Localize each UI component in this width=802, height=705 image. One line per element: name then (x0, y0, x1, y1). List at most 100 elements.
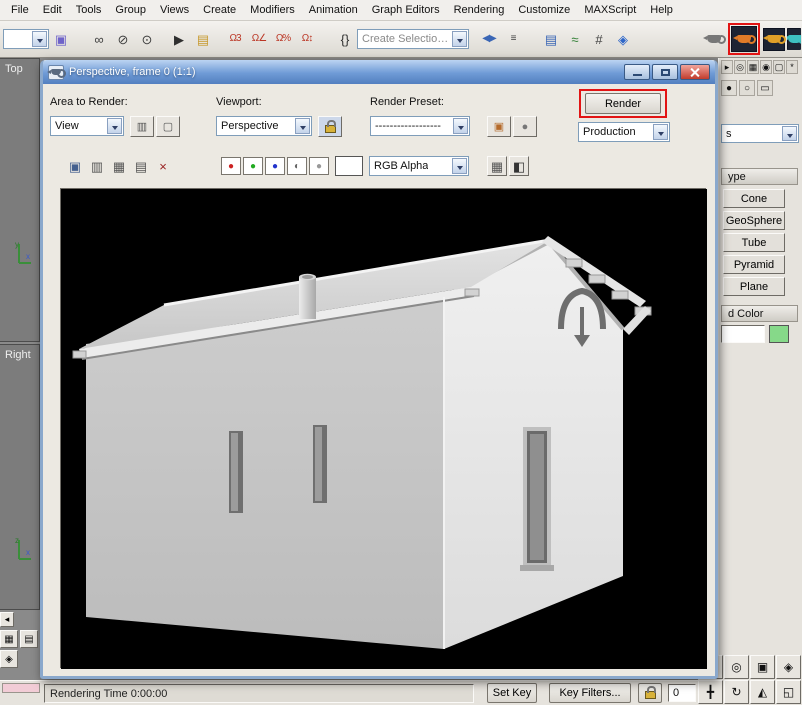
green-channel-icon[interactable]: ● (243, 157, 263, 175)
render-setup-button[interactable]: ▣ (487, 116, 511, 137)
curve-editor-icon[interactable]: ≈ (563, 27, 587, 51)
window-titlebar[interactable]: Perspective, frame 0 (1:1) (43, 60, 715, 84)
render-setup-icon[interactable] (702, 27, 726, 51)
tab-create-icon[interactable]: ▸ (721, 60, 733, 74)
set-key-button[interactable]: Set Key (487, 683, 537, 703)
area-to-render-combo[interactable]: View (50, 116, 124, 136)
rows-icon[interactable]: ▤ (20, 630, 38, 648)
selection-filter-combo[interactable] (3, 29, 49, 49)
align-icon[interactable]: ≡ (501, 27, 525, 51)
object-type-button[interactable]: GeoSphere (723, 211, 785, 230)
tab-modify-icon[interactable]: ◎ (734, 60, 746, 74)
menu-item[interactable]: Modifiers (243, 1, 302, 19)
red-channel-icon[interactable]: ● (221, 157, 241, 175)
maximize-viewport-icon[interactable]: ◱ (776, 680, 801, 704)
select-object-icon[interactable]: ▶ (167, 27, 191, 51)
alpha-channel-icon[interactable]: ● (309, 157, 329, 175)
tab-hierarchy-icon[interactable]: ▦ (747, 60, 759, 74)
zoom-region-icon[interactable]: ◈ (776, 655, 801, 679)
clone-window-icon[interactable]: ▦ (109, 156, 129, 176)
object-type-rollout-header[interactable]: ype (721, 168, 798, 185)
diamond-icon[interactable]: ◈ (0, 650, 18, 668)
channel-display-combo[interactable]: RGB Alpha (369, 156, 469, 176)
menu-item[interactable]: Tools (69, 1, 109, 19)
render-flyout-icon[interactable] (786, 27, 802, 51)
split-compare-icon[interactable]: ◧ (509, 156, 529, 176)
snaps-toggle-icon[interactable]: Ω3 (223, 27, 247, 51)
object-name-field[interactable] (721, 325, 765, 343)
unlink-selection-icon[interactable]: ⊘ (111, 27, 135, 51)
save-image-icon[interactable]: ▣ (65, 156, 85, 176)
production-combo[interactable]: Production (578, 122, 670, 142)
blue-channel-icon[interactable]: ● (265, 157, 285, 175)
selection-lock-button[interactable] (638, 683, 662, 703)
render-production-icon[interactable] (762, 27, 786, 51)
background-color-swatch[interactable] (335, 156, 363, 176)
maximize-button[interactable] (652, 64, 678, 80)
render-button[interactable]: Render (585, 93, 661, 114)
menu-item[interactable]: Group (108, 1, 153, 19)
environment-button[interactable]: ● (513, 116, 537, 137)
menu-item[interactable]: Help (643, 1, 680, 19)
mirror-icon[interactable]: ◀▶ (477, 27, 501, 51)
scroll-left-icon[interactable]: ◂ (0, 612, 14, 627)
zoom-all-icon[interactable]: ◎ (724, 655, 749, 679)
render-canvas[interactable] (60, 188, 706, 668)
tab-utilities-icon[interactable]: * (786, 60, 798, 74)
maxscript-mini-listener[interactable] (2, 683, 40, 693)
clear-image-icon[interactable]: × (153, 156, 173, 176)
copy-image-icon[interactable]: ▥ (87, 156, 107, 176)
category-dropdown[interactable]: s (721, 124, 799, 143)
render-preset-combo[interactable]: ------------------ (370, 116, 470, 136)
object-color-swatch[interactable] (769, 325, 789, 343)
grid-icon[interactable]: ▦ (0, 630, 18, 648)
minimize-button[interactable] (624, 64, 650, 80)
copy-region-button[interactable]: ▥ (130, 116, 154, 137)
time-field[interactable]: 0 (668, 684, 696, 702)
spinner-snap-icon[interactable]: Ω↕ (295, 27, 319, 51)
region-window-button[interactable]: ▢ (156, 116, 180, 137)
menu-item[interactable]: Customize (511, 1, 577, 19)
top-viewport-strip[interactable]: Top y x (0, 58, 40, 342)
viewport-lock-button[interactable] (318, 116, 342, 137)
material-editor-icon[interactable]: ◈ (611, 27, 635, 51)
geometry-category-icon[interactable]: ● (721, 80, 737, 96)
percent-snap-icon[interactable]: Ω% (271, 27, 295, 51)
print-image-icon[interactable]: ▤ (131, 156, 151, 176)
menu-item[interactable]: Animation (302, 1, 365, 19)
object-type-button[interactable]: Tube (723, 233, 785, 252)
tab-motion-icon[interactable]: ◉ (760, 60, 772, 74)
cameras-category-icon[interactable]: ▭ (757, 80, 773, 96)
pan-icon[interactable]: ╋ (698, 680, 723, 704)
schematic-view-icon[interactable]: # (587, 27, 611, 51)
menu-item[interactable]: Rendering (447, 1, 512, 19)
selection-set-combo[interactable]: Create Selection Set (357, 29, 469, 49)
viewport-combo[interactable]: Perspective (216, 116, 312, 136)
key-filters-button[interactable]: Key Filters... (549, 683, 631, 703)
menu-item[interactable]: Graph Editors (365, 1, 447, 19)
menu-item[interactable]: Edit (36, 1, 69, 19)
shapes-category-icon[interactable]: ○ (739, 80, 755, 96)
object-type-button[interactable]: Plane (723, 277, 785, 296)
select-and-link-icon[interactable]: ∞ (87, 27, 111, 51)
zoom-extents-icon[interactable]: ▣ (750, 655, 775, 679)
close-button[interactable] (680, 64, 710, 80)
menu-item[interactable]: Views (153, 1, 196, 19)
name-color-rollout-header[interactable]: d Color (721, 305, 798, 322)
arc-rotate-icon[interactable]: ↻ (724, 680, 749, 704)
fov-icon[interactable]: ◭ (750, 680, 775, 704)
layer-manager-icon[interactable]: ▤ (539, 27, 563, 51)
menu-item[interactable]: MAXScript (577, 1, 643, 19)
menu-item[interactable]: File (4, 1, 36, 19)
rendered-frame-window-icon[interactable] (731, 26, 757, 52)
object-type-button[interactable]: Cone (723, 189, 785, 208)
named-selection-sets-icon[interactable]: {} (333, 27, 357, 51)
select-by-name-icon[interactable]: ▤ (191, 27, 215, 51)
clone-buffer-icon[interactable]: ▦ (487, 156, 507, 176)
menu-item[interactable]: Create (196, 1, 243, 19)
right-viewport-strip[interactable]: Right z x (0, 344, 40, 610)
layout-window-icon[interactable]: ▣ (49, 27, 73, 51)
bind-to-spacewarp-icon[interactable]: ⊙ (135, 27, 159, 51)
object-type-button[interactable]: Pyramid (723, 255, 785, 274)
mono-channel-icon[interactable]: ◐ (287, 157, 307, 175)
